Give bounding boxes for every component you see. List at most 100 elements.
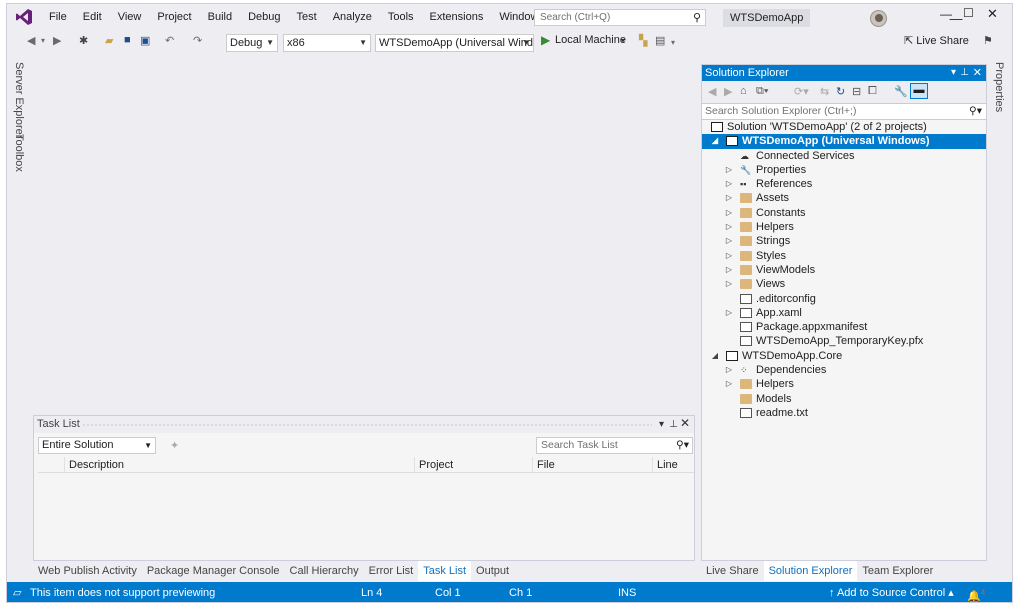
home-icon[interactable]: ⌂ xyxy=(740,85,747,97)
maximize-icon[interactable]: ☐ xyxy=(963,6,974,20)
tab-web-publish-activity[interactable]: Web Publish Activity xyxy=(33,561,142,581)
tab-task-list[interactable]: Task List xyxy=(418,561,472,581)
collapsed-arrow-icon[interactable]: ▷ xyxy=(724,163,734,177)
side-tab-properties[interactable]: Properties xyxy=(993,62,1005,112)
tree-item[interactable]: Solution 'WTSDemoApp' (2 of 2 projects) xyxy=(702,120,986,134)
tree-item[interactable]: readme.txt xyxy=(702,406,986,420)
menu-file[interactable]: File xyxy=(41,4,75,30)
collapsed-arrow-icon[interactable]: ▷ xyxy=(724,206,734,220)
navigate-back-icon[interactable]: ◀ xyxy=(27,34,35,47)
pin-icon[interactable]: ⊥ xyxy=(669,416,678,433)
solution-platform-select[interactable]: x86 ▼ xyxy=(283,34,371,52)
tree-item[interactable]: ▷ Styles xyxy=(702,249,986,263)
undo-icon[interactable]: ↶ xyxy=(165,34,174,47)
tree-item[interactable]: ▷ Views xyxy=(702,277,986,291)
menu-edit[interactable]: Edit xyxy=(75,4,110,30)
minimize-icon[interactable]: — xyxy=(940,7,952,21)
start-debugging-icon[interactable]: ▶ xyxy=(541,33,550,47)
tree-item[interactable]: ▷ 🔧 Properties xyxy=(702,163,986,177)
column-header-project[interactable]: Project xyxy=(414,457,532,473)
quick-launch-search-input[interactable]: Search (Ctrl+Q) ⚲ xyxy=(534,9,706,26)
switch-views-icon[interactable]: ⧉▾ xyxy=(756,85,768,98)
chevron-down-icon[interactable]: ▾ xyxy=(621,36,625,45)
tree-item[interactable]: WTSDemoApp_TemporaryKey.pfx xyxy=(702,334,986,348)
tab-package-manager-console[interactable]: Package Manager Console xyxy=(142,561,285,581)
menu-tools[interactable]: Tools xyxy=(380,4,422,30)
tab-live-share[interactable]: Live Share xyxy=(701,561,764,581)
tab-call-hierarchy[interactable]: Call Hierarchy xyxy=(285,561,364,581)
collapsed-arrow-icon[interactable]: ▷ xyxy=(724,234,734,248)
collapse-all-icon[interactable]: ⊟ xyxy=(852,85,861,98)
collapsed-arrow-icon[interactable]: ▷ xyxy=(724,220,734,234)
run-target-button[interactable]: Local Machine xyxy=(555,34,626,46)
new-project-icon[interactable]: ✱ xyxy=(79,34,88,47)
collapsed-arrow-icon[interactable]: ▷ xyxy=(724,177,734,191)
panel-grip[interactable] xyxy=(82,423,652,427)
save-icon[interactable]: ■ xyxy=(124,34,131,46)
collapsed-arrow-icon[interactable]: ▷ xyxy=(724,363,734,377)
layout-icon[interactable]: ▤ xyxy=(655,34,665,47)
debug-tool-icon[interactable]: ▚ xyxy=(639,34,647,47)
collapsed-arrow-icon[interactable]: ▷ xyxy=(724,277,734,291)
column-header-line[interactable]: Line xyxy=(652,457,680,473)
column-header-check[interactable] xyxy=(38,457,64,473)
menu-extensions[interactable]: Extensions xyxy=(422,4,492,30)
sync-icon[interactable]: ⇆ xyxy=(820,85,829,98)
refresh-icon[interactable]: ↻ xyxy=(836,85,845,98)
expanded-arrow-icon[interactable]: ◢ xyxy=(710,134,720,148)
column-header-file[interactable]: File xyxy=(532,457,652,473)
user-avatar[interactable] xyxy=(870,10,887,27)
tree-item[interactable]: ▷ ▪▪ References xyxy=(702,177,986,191)
tab-team-explorer[interactable]: Team Explorer xyxy=(857,561,938,581)
toolbar-overflow-icon[interactable]: ▾ xyxy=(671,38,675,47)
column-header-description[interactable]: Description xyxy=(64,457,414,473)
navigate-forward-icon[interactable]: ▶ xyxy=(53,34,61,47)
tree-item[interactable]: ◢ WTSDemoApp.Core xyxy=(702,349,986,363)
tree-item[interactable]: ▷ Assets xyxy=(702,191,986,205)
menu-build[interactable]: Build xyxy=(200,4,240,30)
tab-solution-explorer[interactable]: Solution Explorer xyxy=(763,561,858,581)
menu-view[interactable]: View xyxy=(110,4,150,30)
pending-changes-icon[interactable]: ⟳▾ xyxy=(794,85,809,98)
task-list-scope-select[interactable]: Entire Solution ▼ xyxy=(38,437,156,454)
tree-item[interactable]: ☁ Connected Services xyxy=(702,149,986,163)
collapsed-arrow-icon[interactable]: ▷ xyxy=(724,263,734,277)
menu-project[interactable]: Project xyxy=(149,4,199,30)
startup-project-select[interactable]: WTSDemoApp (Universal Windows▼ xyxy=(375,34,534,52)
tree-item[interactable]: ▷ ⁘ Dependencies xyxy=(702,363,986,377)
expanded-arrow-icon[interactable]: ◢ xyxy=(710,349,720,363)
collapsed-arrow-icon[interactable]: ▷ xyxy=(724,249,734,263)
tree-item[interactable]: ◢ WTSDemoApp (Universal Windows) xyxy=(702,134,986,149)
menu-debug[interactable]: Debug xyxy=(240,4,288,30)
collapsed-arrow-icon[interactable]: ▷ xyxy=(724,306,734,320)
tree-item[interactable]: Models xyxy=(702,392,986,406)
side-tab-toolbox[interactable]: Toolbox xyxy=(13,134,25,172)
save-all-icon[interactable]: ▣ xyxy=(140,34,150,47)
side-tab-server-explorer[interactable]: Server Explorer xyxy=(13,62,25,138)
tree-item[interactable]: ▷ Constants xyxy=(702,206,986,220)
close-window-icon[interactable]: ✕ xyxy=(987,6,998,22)
window-position-icon[interactable]: ▾ xyxy=(659,416,664,433)
tree-item[interactable]: ▷ ViewModels xyxy=(702,263,986,277)
tree-item[interactable]: ▷ Helpers xyxy=(702,377,986,391)
notifications-button[interactable]: 🔔4 xyxy=(967,582,985,602)
task-list-search-input[interactable]: Search Task List ⚲▾ xyxy=(536,437,693,454)
solution-explorer-search-input[interactable]: Search Solution Explorer (Ctrl+;) ⚲▾ xyxy=(702,103,986,120)
tree-item[interactable]: .editorconfig xyxy=(702,292,986,306)
tree-item[interactable]: ▷ Strings xyxy=(702,234,986,248)
live-share-button[interactable]: ⇱ Live Share xyxy=(904,34,969,47)
preview-selected-items-icon[interactable]: ▬ xyxy=(910,83,928,99)
tab-output[interactable]: Output xyxy=(471,561,514,581)
close-icon[interactable]: ✕ xyxy=(680,415,690,432)
tree-item[interactable]: ▷ App.xaml xyxy=(702,306,986,320)
pin-icon[interactable]: ⊥ xyxy=(960,65,969,81)
forward-icon[interactable]: ▶ xyxy=(724,85,732,98)
tree-item[interactable]: ▷ Helpers xyxy=(702,220,986,234)
window-position-icon[interactable]: ▾ xyxy=(951,65,956,81)
tab-error-list[interactable]: Error List xyxy=(364,561,419,581)
chevron-down-icon[interactable]: ▾ xyxy=(41,36,45,45)
collapsed-arrow-icon[interactable]: ▷ xyxy=(724,191,734,205)
show-all-files-icon[interactable]: ⧠ xyxy=(868,85,877,98)
menu-analyze[interactable]: Analyze xyxy=(325,4,380,30)
menu-test[interactable]: Test xyxy=(289,4,325,30)
